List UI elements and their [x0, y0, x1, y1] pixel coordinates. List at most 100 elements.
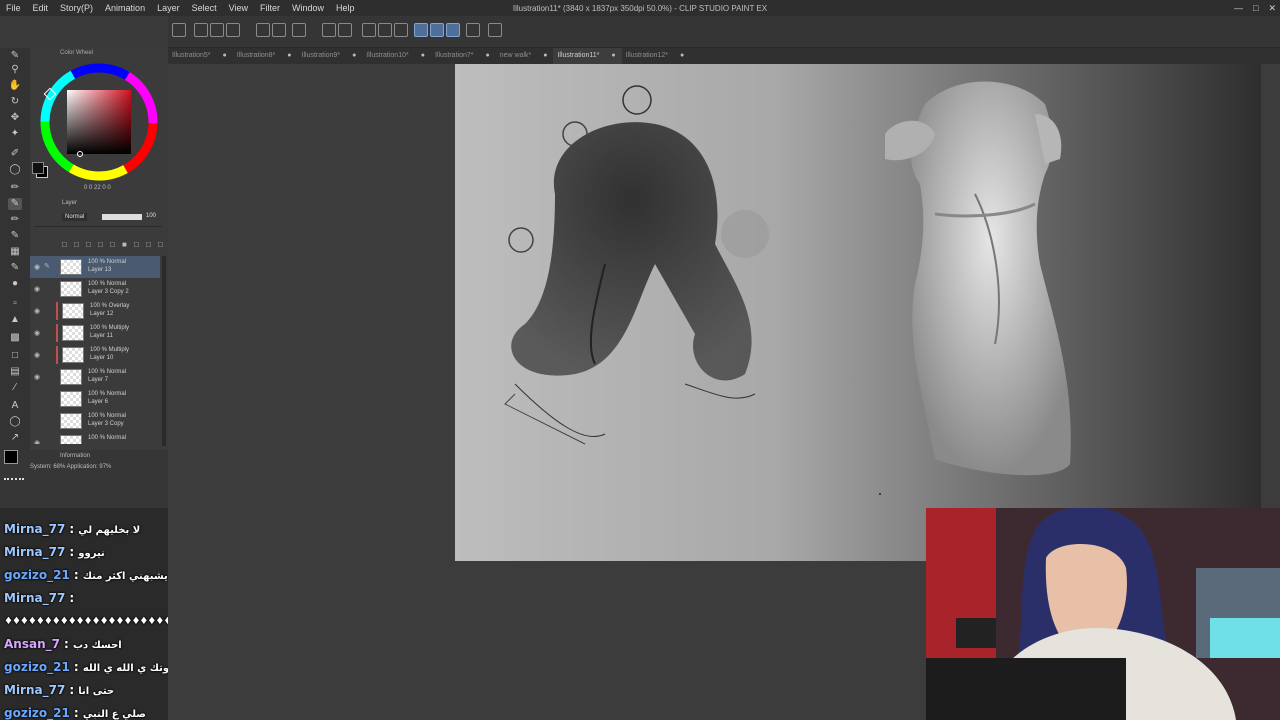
rotate-icon[interactable]: ↻	[8, 96, 22, 108]
special-ruler-snap-icon[interactable]	[430, 23, 444, 37]
eye-icon[interactable]: ◉	[34, 285, 40, 293]
fill-bucket-icon[interactable]: ▲	[8, 314, 22, 326]
close-icon[interactable]: ✕	[1268, 0, 1276, 16]
lasso-icon[interactable]: ◯	[8, 164, 22, 176]
copy-icon[interactable]: □	[110, 240, 115, 249]
sidebar-icon[interactable]	[466, 23, 480, 37]
layer-row[interactable]: 100 % Normal Layer 3 Copy	[30, 410, 160, 432]
new-folder-icon[interactable]: □	[74, 240, 79, 249]
layer-row[interactable]: ◉ 100 % Multiply Layer 11	[30, 322, 160, 344]
clip-studio-icon[interactable]	[172, 23, 186, 37]
layer-row[interactable]: ◉ ✎ 100 % Normal Layer 13	[30, 256, 160, 278]
tab-close-icon[interactable]: ●	[287, 48, 291, 64]
save-icon[interactable]	[226, 23, 240, 37]
tab-close-icon[interactable]: ●	[223, 48, 227, 64]
layer-scrollbar[interactable]	[162, 256, 166, 446]
menu-edit[interactable]: Edit	[27, 0, 55, 16]
lock-mask-icon[interactable]: □	[134, 240, 139, 249]
settings-icon[interactable]	[292, 23, 306, 37]
minimize-icon[interactable]: —	[1234, 0, 1243, 16]
help-icon[interactable]	[488, 23, 502, 37]
menu-file[interactable]: File	[0, 0, 27, 16]
eye-icon[interactable]: ◉	[34, 373, 40, 381]
undo-icon[interactable]	[256, 23, 270, 37]
layer-row[interactable]: ◉ 100 % Normal	[30, 432, 160, 444]
layer-row[interactable]: ◉ 100 % Normal Layer 3 Copy 2	[30, 278, 160, 300]
layer-row[interactable]: 100 % Normal Layer 6	[30, 388, 160, 410]
gradient-icon[interactable]: ▩	[8, 332, 22, 344]
brush-icon[interactable]: ✎	[8, 198, 22, 210]
open-file-icon[interactable]	[210, 23, 224, 37]
menu-select[interactable]: Select	[186, 0, 223, 16]
tab-illustration5[interactable]: Illustration5* ●	[168, 48, 233, 64]
eraser-icon[interactable]: ▫	[8, 298, 22, 310]
menu-filter[interactable]: Filter	[254, 0, 286, 16]
eye-icon[interactable]: ◉	[34, 307, 40, 315]
delete-layer-icon[interactable]: □	[158, 240, 163, 249]
tab-close-icon[interactable]: ●	[352, 48, 356, 64]
eye-icon[interactable]: ◉	[34, 263, 40, 271]
tab-new-walk[interactable]: new walk* ●	[496, 48, 554, 64]
blend-mode-select[interactable]: Normal	[62, 213, 88, 221]
menu-view[interactable]: View	[223, 0, 254, 16]
ruler-snap-icon[interactable]	[414, 23, 428, 37]
menu-window[interactable]: Window	[286, 0, 330, 16]
invert-selection-icon[interactable]	[394, 23, 408, 37]
mask-icon[interactable]: ■	[122, 240, 127, 249]
decoration-icon[interactable]: ✎	[8, 230, 22, 242]
move-icon[interactable]: ✥	[8, 112, 22, 124]
merge-icon[interactable]: □	[98, 240, 103, 249]
tab-illustration9[interactable]: Illustration9* ●	[298, 48, 363, 64]
tab-illustration12[interactable]: Illustration12* ●	[622, 48, 691, 64]
layer-row[interactable]: ◉ 100 % Overlay Layer 12	[30, 300, 160, 322]
eye-icon[interactable]: ◉	[34, 329, 40, 337]
menu-layer[interactable]: Layer	[151, 0, 186, 16]
auto-select-icon[interactable]: ✦	[8, 128, 22, 140]
blend-icon[interactable]: ●	[8, 278, 22, 290]
ruler-icon[interactable]: ∕	[8, 382, 22, 394]
new-layer-icon[interactable]: □	[62, 240, 67, 249]
balloon-icon[interactable]: ◯	[8, 416, 22, 428]
tab-illustration11[interactable]: Illustration11* ●	[553, 48, 622, 64]
pencil-icon[interactable]: ✏	[8, 182, 22, 194]
tab-close-icon[interactable]: ●	[680, 48, 684, 64]
transform-icon[interactable]	[338, 23, 352, 37]
main-color-swatch[interactable]	[4, 450, 18, 464]
eye-icon[interactable]: ◉	[34, 439, 40, 444]
maximize-icon[interactable]: □	[1253, 0, 1258, 16]
text-icon[interactable]: A	[8, 400, 22, 412]
fill-icon[interactable]	[322, 23, 336, 37]
pen-tool-icon[interactable]: ✎	[8, 50, 22, 62]
tab-illustration8[interactable]: Illustration8* ●	[233, 48, 298, 64]
deselect-icon[interactable]	[378, 23, 392, 37]
selection-icon[interactable]	[362, 23, 376, 37]
pen-icon[interactable]: ✎	[8, 262, 22, 274]
opacity-slider[interactable]	[102, 214, 142, 220]
eyedropper-icon[interactable]: ✐	[8, 148, 22, 160]
tab-close-icon[interactable]: ●	[543, 48, 547, 64]
figure-icon[interactable]: □	[8, 350, 22, 362]
eye-icon[interactable]: ◉	[34, 351, 40, 359]
tab-close-icon[interactable]: ●	[485, 48, 489, 64]
correct-line-icon[interactable]: ↗	[8, 432, 22, 444]
color-swatches[interactable]	[32, 162, 52, 182]
menu-animation[interactable]: Animation	[99, 0, 151, 16]
drawing-canvas[interactable]	[455, 64, 1261, 561]
new-file-icon[interactable]	[194, 23, 208, 37]
vector-layer-icon[interactable]: □	[86, 240, 91, 249]
delete-mask-icon[interactable]: □	[146, 240, 151, 249]
menu-help[interactable]: Help	[330, 0, 361, 16]
layer-row[interactable]: ◉ 100 % Normal Layer 7	[30, 366, 160, 388]
hand-icon[interactable]: ✋	[8, 80, 22, 92]
tab-close-icon[interactable]: ●	[421, 48, 425, 64]
tab-illustration10[interactable]: Illustration10* ●	[362, 48, 431, 64]
grid-icon[interactable]: ▦	[8, 246, 22, 258]
tab-close-icon[interactable]: ●	[611, 48, 615, 64]
grid-snap-icon[interactable]	[446, 23, 460, 37]
tab-illustration7[interactable]: Illustration7* ●	[431, 48, 496, 64]
opacity-value[interactable]: 100	[146, 213, 156, 219]
layer-row[interactable]: ◉ 100 % Multiply Layer 10	[30, 344, 160, 366]
menu-story[interactable]: Story(P)	[54, 0, 99, 16]
redo-icon[interactable]	[272, 23, 286, 37]
frame-icon[interactable]: ▤	[8, 366, 22, 378]
